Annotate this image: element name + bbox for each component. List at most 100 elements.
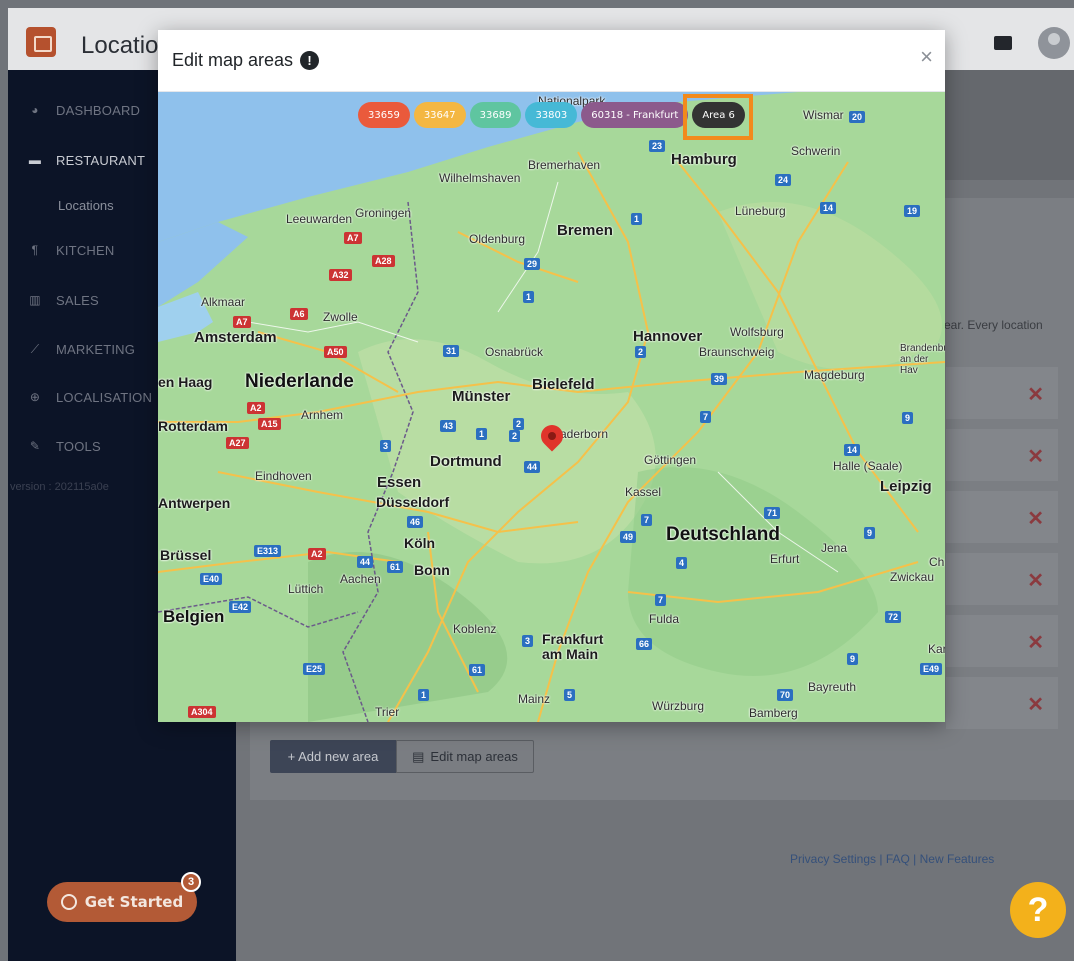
area-chip-33803[interactable]: 33803 — [525, 102, 578, 128]
road-badge: 9 — [847, 653, 859, 665]
sidebar-item-marketing[interactable]: ⟋ MARKETING — [28, 339, 135, 359]
modal-title-text: Edit map areas — [172, 50, 294, 70]
get-started-button[interactable]: Get Started — [47, 882, 197, 922]
delete-icon[interactable]: ✕ — [1027, 382, 1044, 407]
area-chip-33689[interactable]: 33689 — [469, 102, 522, 128]
road-badge: 1 — [631, 213, 643, 225]
road-badge: 7 — [655, 594, 667, 606]
map-label: Frankfurt am Main — [542, 631, 604, 662]
area-row: ✕ — [946, 367, 1058, 419]
map-label: Dortmund — [430, 453, 502, 470]
map-label: Düsseldorf — [376, 494, 450, 510]
description-text: ear. Every location — [944, 318, 1043, 332]
map-view[interactable]: Nationalpark Wismar Schwerin Hamburg Bre… — [158, 92, 945, 722]
road-badge: 19 — [904, 205, 921, 217]
map-label: Amsterdam — [194, 329, 277, 346]
sidebar-item-sales[interactable]: ▥ SALES — [28, 290, 99, 310]
edit-map-areas-label: Edit map areas — [430, 749, 518, 764]
road-badge: 72 — [885, 611, 902, 623]
map-background — [158, 92, 945, 722]
version-text: version : 202115a0e — [10, 481, 109, 493]
map-label: Bielefeld — [532, 376, 595, 393]
road-badge: A2 — [247, 402, 265, 414]
road-badge: 1 — [418, 689, 430, 701]
road-badge: 46 — [407, 516, 424, 528]
selected-area-highlight — [683, 94, 753, 140]
sidebar-subitem-locations[interactable]: Locations — [58, 198, 114, 213]
sidebar-item-restaurant[interactable]: ▬ RESTAURANT — [28, 150, 145, 170]
sidebar-item-kitchen[interactable]: ¶ KITCHEN — [28, 240, 115, 260]
delete-icon[interactable]: ✕ — [1027, 444, 1044, 469]
area-row: ✕ — [946, 677, 1058, 729]
footer-links[interactable]: Privacy Settings | FAQ | New Features — [790, 852, 994, 866]
map-label: Wolfsburg — [730, 325, 784, 339]
map-label: Aachen — [340, 572, 381, 586]
road-badge: 4 — [676, 557, 688, 569]
map-label: Hannover — [633, 328, 703, 345]
map-icon: ▤ — [412, 748, 425, 764]
road-badge: 39 — [711, 373, 728, 385]
map-label: Münster — [452, 388, 511, 405]
road-badge: A7 — [233, 316, 251, 328]
sidebar-item-label: DASHBOARD — [56, 102, 141, 118]
map-label: Wilhelmshaven — [439, 171, 521, 185]
map-label: Oldenburg — [469, 232, 526, 246]
road-badge: 14 — [820, 202, 837, 214]
delete-icon[interactable]: ✕ — [1027, 506, 1044, 531]
road-badge: 1 — [476, 428, 488, 440]
sidebar-item-tools[interactable]: ✎ TOOLS — [28, 436, 101, 456]
delete-icon[interactable]: ✕ — [1027, 568, 1044, 593]
road-badge: E49 — [920, 663, 943, 675]
map-label: Belgien — [163, 607, 225, 626]
sidebar-item-label: KITCHEN — [56, 242, 115, 258]
delete-icon[interactable]: ✕ — [1027, 630, 1044, 655]
area-chip-60318-frankfurt[interactable]: 60318 - Frankfurt — [581, 102, 689, 128]
get-started-label: Get Started — [84, 893, 184, 911]
modal-title: Edit map areas ! — [172, 50, 320, 71]
help-button[interactable]: ? — [1010, 882, 1066, 938]
info-icon[interactable]: ! — [300, 51, 320, 70]
map-label: Mainz — [518, 692, 551, 706]
map-label: Fulda — [649, 612, 680, 626]
road-badge: A28 — [372, 255, 395, 267]
sidebar-item-dashboard[interactable]: ◕ DASHBOARD — [28, 100, 140, 120]
map-label: Jena — [821, 541, 848, 555]
close-icon[interactable]: × — [920, 46, 933, 68]
map-label: Ch — [929, 555, 945, 569]
road-badge: 9 — [902, 412, 914, 424]
road-badge: 9 — [864, 527, 876, 539]
store-logo-icon — [26, 27, 56, 57]
map-label: Köln — [404, 535, 436, 551]
map-label: Lüttich — [288, 582, 324, 596]
edit-map-areas-button[interactable]: ▤ Edit map areas — [396, 740, 534, 773]
map-label: Leipzig — [880, 478, 932, 495]
road-badge: 2 — [513, 418, 525, 430]
map-label: Arnhem — [301, 408, 344, 422]
road-badge: 1 — [523, 291, 535, 303]
area-chip-33659[interactable]: 33659 — [358, 102, 410, 128]
road-badge: 70 — [777, 689, 794, 701]
store-icon[interactable] — [994, 36, 1012, 50]
avatar[interactable] — [1038, 27, 1070, 59]
delete-icon[interactable]: ✕ — [1027, 692, 1044, 717]
road-badge: A6 — [290, 308, 308, 320]
map-label: Göttingen — [644, 453, 697, 467]
check-circle-icon — [60, 894, 77, 910]
map-label: Kar — [928, 642, 945, 656]
area-chip-33647[interactable]: 33647 — [413, 102, 466, 128]
road-badge: 61 — [469, 664, 486, 676]
map-label: Rotterdam — [158, 418, 229, 434]
road-badge: 23 — [649, 140, 666, 152]
road-badge: A2 — [308, 548, 326, 560]
map-label: Wismar — [803, 108, 844, 122]
road-badge: E313 — [254, 545, 282, 557]
area-row: ✕ — [946, 429, 1058, 481]
utensils-icon: ¶ — [31, 243, 39, 257]
road-badge: 43 — [440, 420, 457, 432]
add-new-area-button[interactable]: + Add new area — [270, 740, 396, 773]
road-badge: E25 — [303, 663, 326, 675]
road-badge: 2 — [509, 430, 521, 442]
map-label: en Haag — [158, 374, 213, 390]
sidebar-item-localisation[interactable]: ⊕ LOCALISATION — [28, 387, 152, 407]
map-label: Osnabrück — [485, 345, 544, 359]
